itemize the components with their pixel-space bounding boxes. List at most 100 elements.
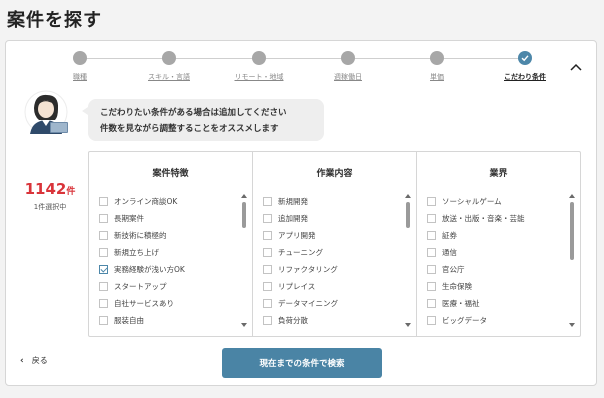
- option-replace[interactable]: リプレイス: [263, 278, 338, 295]
- step-label: 単価: [430, 73, 444, 81]
- back-label: 戻る: [31, 356, 48, 365]
- checkbox[interactable]: [263, 299, 272, 308]
- step-label: こだわり条件: [504, 73, 546, 81]
- step-label: 職種: [73, 73, 87, 81]
- result-count: 1142: [24, 180, 67, 198]
- scrollbar[interactable]: [404, 194, 411, 327]
- option-label: 通信: [442, 248, 457, 257]
- back-link[interactable]: ‹ 戻る: [20, 355, 48, 366]
- checkbox[interactable]: [427, 316, 436, 325]
- checkbox[interactable]: [99, 214, 108, 223]
- scroll-thumb[interactable]: [405, 202, 410, 228]
- option-social-game[interactable]: ソーシャルゲーム: [427, 193, 525, 210]
- scroll-down-arrow[interactable]: [568, 323, 575, 327]
- option-label: 新規開発: [278, 197, 308, 206]
- page-title: 案件を探す: [7, 10, 102, 31]
- collapse-button[interactable]: [568, 57, 584, 71]
- checkbox[interactable]: [427, 231, 436, 240]
- checkbox[interactable]: [263, 197, 272, 206]
- checkbox[interactable]: [427, 265, 436, 274]
- option-medical-welfare[interactable]: 医療・福祉: [427, 295, 525, 312]
- filter-column-industry: 業界 ソーシャルゲーム 放送・出版・音楽・芸能 証券 通信 官公庁 生命保険 医…: [417, 152, 580, 336]
- step-skill-language[interactable]: スキル・言語: [124, 51, 214, 82]
- scroll-up-arrow[interactable]: [240, 194, 247, 198]
- option-refactoring[interactable]: リファクタリング: [263, 261, 338, 278]
- checkbox[interactable]: [427, 282, 436, 291]
- checkbox[interactable]: [427, 197, 436, 206]
- option-telecom[interactable]: 通信: [427, 244, 525, 261]
- checkbox[interactable]: [99, 248, 108, 257]
- scroll-thumb[interactable]: [569, 202, 574, 260]
- scrollbar[interactable]: [240, 194, 247, 327]
- search-button[interactable]: 現在までの条件で検索: [222, 348, 382, 378]
- option-label: 長期案件: [114, 214, 144, 223]
- option-label: リファクタリング: [278, 265, 338, 274]
- step-label: 週稼働日: [334, 73, 362, 81]
- step-label: スキル・言語: [148, 73, 190, 81]
- option-new-tech[interactable]: 新技術に積極的: [99, 227, 185, 244]
- option-online-meeting[interactable]: オンライン商談OK: [99, 193, 185, 210]
- scrollbar[interactable]: [568, 194, 575, 327]
- checkbox[interactable]: [427, 299, 436, 308]
- option-label: チューニング: [278, 248, 323, 257]
- option-casual-dress[interactable]: 服装自由: [99, 312, 185, 329]
- option-securities[interactable]: 証券: [427, 227, 525, 244]
- option-data-mining[interactable]: データマイニング: [263, 295, 338, 312]
- option-life-insurance[interactable]: 生命保険: [427, 278, 525, 295]
- option-big-data[interactable]: ビッグデータ: [427, 312, 525, 329]
- checkbox[interactable]: [99, 282, 108, 291]
- step-unit-price[interactable]: 単価: [392, 51, 482, 82]
- option-label: 新技術に積極的: [114, 231, 167, 240]
- step-dot: [341, 51, 355, 65]
- checkbox[interactable]: [99, 231, 108, 240]
- option-label: 負荷分散: [278, 316, 308, 325]
- option-app-development[interactable]: アプリ開発: [263, 227, 338, 244]
- option-list: ソーシャルゲーム 放送・出版・音楽・芸能 証券 通信 官公庁 生命保険 医療・福…: [427, 193, 525, 329]
- column-title: 業界: [489, 169, 508, 179]
- step-occupation[interactable]: 職種: [35, 51, 125, 82]
- option-label: 自社サービスあり: [114, 299, 174, 308]
- column-title: 作業内容: [316, 169, 353, 179]
- option-new-development[interactable]: 新規開発: [263, 193, 338, 210]
- option-own-service[interactable]: 自社サービスあり: [99, 295, 185, 312]
- option-additional-development[interactable]: 追加開発: [263, 210, 338, 227]
- checkbox[interactable]: [263, 282, 272, 291]
- checkbox[interactable]: [263, 316, 272, 325]
- stepper: 職種 スキル・言語 リモート・地域 週稼働日 単価 こだわり条件: [6, 41, 566, 89]
- checkbox[interactable]: [99, 197, 108, 206]
- selected-count: 1件選択中: [33, 203, 67, 211]
- step-weekly-days[interactable]: 週稼働日: [303, 51, 393, 82]
- step-dot: [73, 51, 87, 65]
- scroll-up-arrow[interactable]: [568, 194, 575, 198]
- checkbox[interactable]: [427, 214, 436, 223]
- check-icon: [521, 55, 529, 62]
- column-title: 案件特徴: [152, 169, 189, 179]
- scroll-thumb[interactable]: [241, 202, 246, 228]
- checkbox[interactable]: [263, 265, 272, 274]
- option-junior-ok[interactable]: 実務経験が浅い方OK: [99, 261, 185, 278]
- scroll-down-arrow[interactable]: [240, 323, 247, 327]
- checkbox[interactable]: [263, 214, 272, 223]
- checkbox[interactable]: [99, 299, 108, 308]
- step-dot: [162, 51, 176, 65]
- step-label: リモート・地域: [234, 73, 284, 81]
- option-label: データマイニング: [278, 299, 338, 308]
- option-tuning[interactable]: チューニング: [263, 244, 338, 261]
- checkbox[interactable]: [427, 248, 436, 257]
- option-new-launch[interactable]: 新規立ち上げ: [99, 244, 185, 261]
- checkbox[interactable]: [263, 231, 272, 240]
- option-long-term[interactable]: 長期案件: [99, 210, 185, 227]
- checkbox-checked[interactable]: [99, 265, 108, 274]
- checkbox[interactable]: [99, 316, 108, 325]
- checkbox[interactable]: [263, 248, 272, 257]
- step-dot-active: [518, 51, 532, 65]
- option-government[interactable]: 官公庁: [427, 261, 525, 278]
- step-remote-region[interactable]: リモート・地域: [214, 51, 304, 82]
- option-label: 医療・福祉: [442, 299, 480, 308]
- option-load-balancing[interactable]: 負荷分散: [263, 312, 338, 329]
- option-startup[interactable]: スタートアップ: [99, 278, 185, 295]
- scroll-down-arrow[interactable]: [404, 323, 411, 327]
- scroll-up-arrow[interactable]: [404, 194, 411, 198]
- option-media-entertainment[interactable]: 放送・出版・音楽・芸能: [427, 210, 525, 227]
- step-preferences[interactable]: こだわり条件: [480, 51, 570, 82]
